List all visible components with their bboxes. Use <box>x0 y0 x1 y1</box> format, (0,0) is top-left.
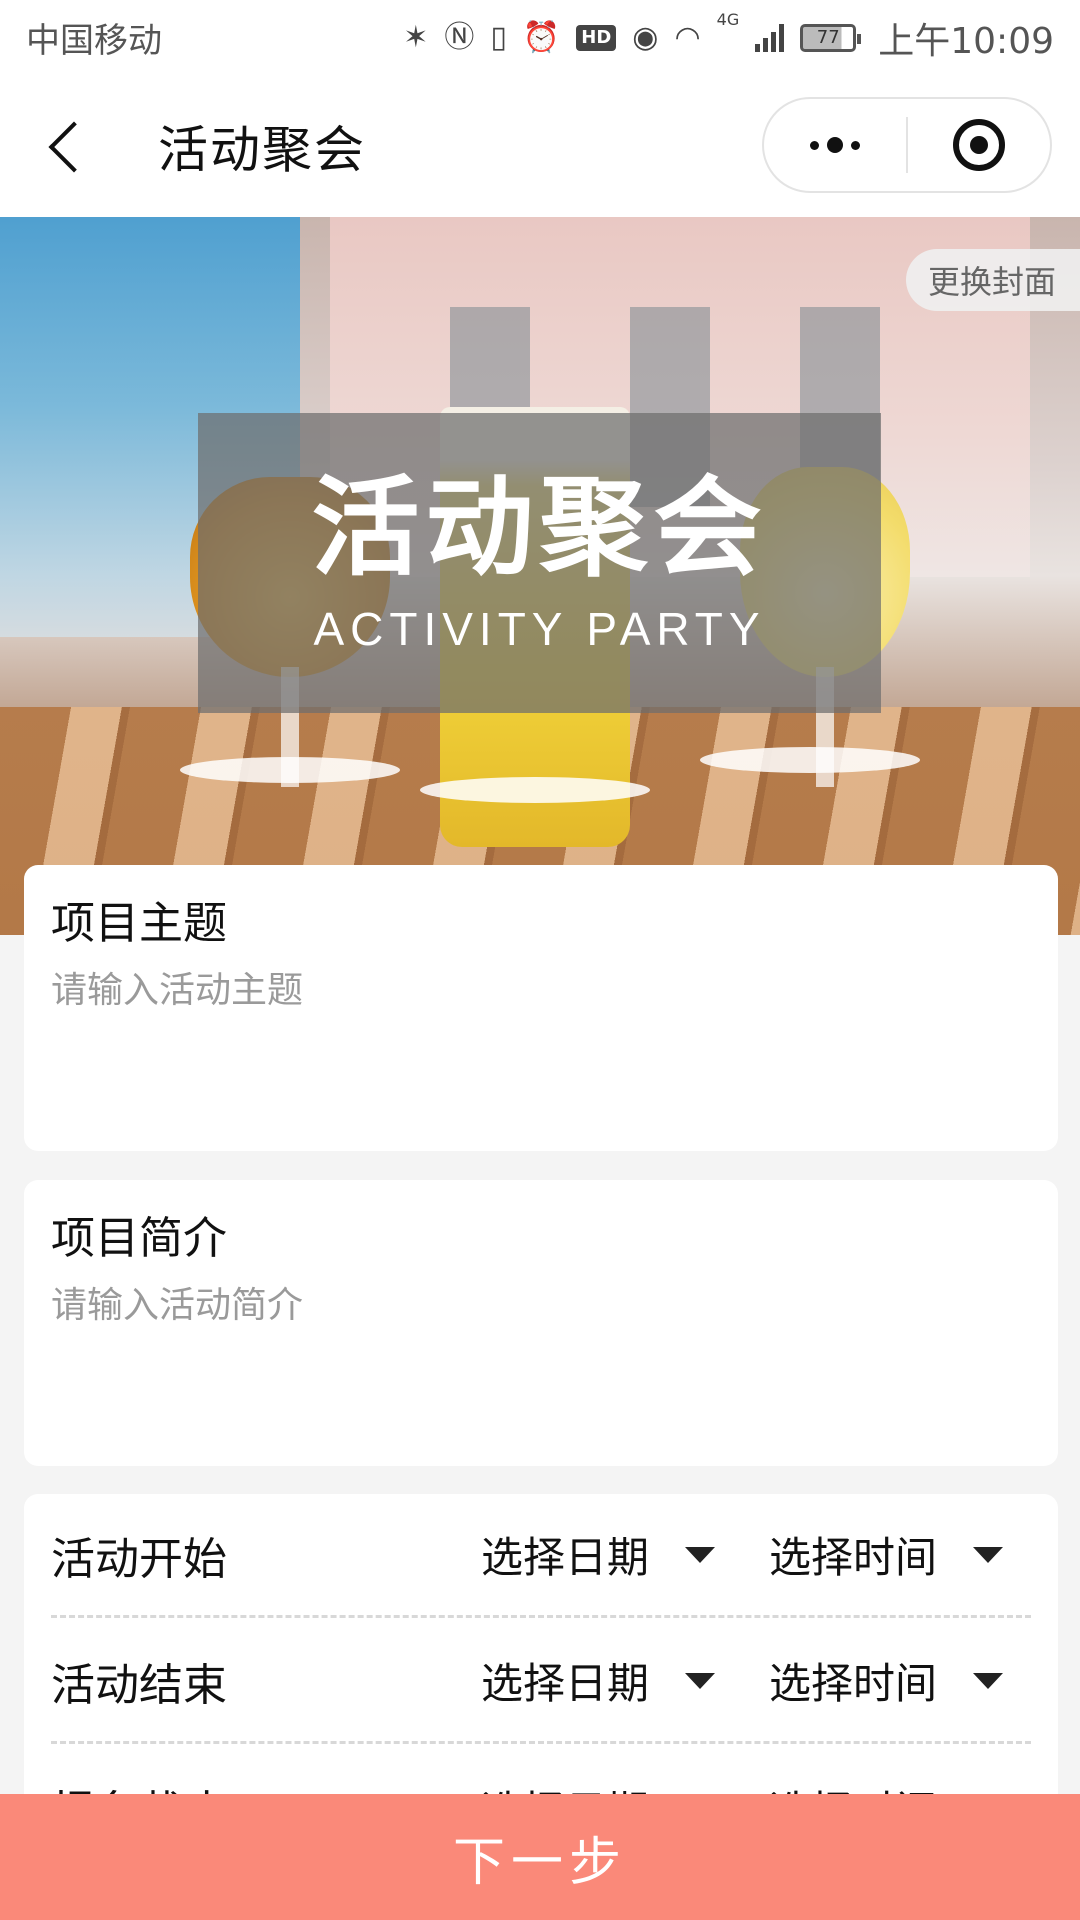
target-circle-icon <box>953 119 1005 171</box>
coaster <box>700 747 920 773</box>
page-title: 活动聚会 <box>158 121 366 179</box>
topic-label: 项目主题 <box>51 898 227 949</box>
time-card: 活动开始 选择日期 选择时间 活动结束 选择日期 选择时间 报名截止 选择日期 … <box>24 1494 1058 1814</box>
battery-level: 77 <box>816 27 840 48</box>
battery-icon: 77 <box>800 23 862 52</box>
close-mini-program-button[interactable] <box>908 99 1050 191</box>
eye-icon: ◉ <box>632 19 659 55</box>
end-time-label: 选择时间 <box>769 1659 938 1708</box>
network-type: 4G <box>716 9 740 29</box>
caret-down-icon <box>973 1546 1004 1563</box>
start-time-label: 选择时间 <box>769 1533 938 1582</box>
status-icons: ✶ Ⓝ ▯ ⏰ HD ◉ ◠ 4G 77 上午10:09 <box>403 9 1054 64</box>
end-date-picker[interactable]: 选择日期 <box>481 1650 769 1711</box>
cover-image: 活动聚会 ACTIVITY PARTY 更换封面 <box>0 217 1080 935</box>
caret-down-icon <box>685 1672 716 1689</box>
start-label: 活动开始 <box>51 1533 227 1585</box>
topic-card: 项目主题 <box>24 865 1058 1151</box>
next-step-button[interactable]: 下一步 <box>0 1794 1080 1920</box>
status-time: 上午10:09 <box>878 20 1054 62</box>
topic-input[interactable] <box>51 961 1031 1121</box>
bluetooth-icon: ✶ <box>403 19 429 55</box>
coaster <box>180 757 400 783</box>
cover-subtitle: ACTIVITY PARTY <box>313 603 766 656</box>
more-dots-icon-right <box>851 140 860 150</box>
intro-card: 项目简介 <box>24 1180 1058 1466</box>
end-label: 活动结束 <box>51 1659 227 1711</box>
nfc-icon: Ⓝ <box>444 19 475 55</box>
mini-program-capsule <box>762 97 1052 193</box>
cover-title-overlay: 活动聚会 ACTIVITY PARTY <box>198 413 881 713</box>
status-bar: 中国移动 ✶ Ⓝ ▯ ⏰ HD ◉ ◠ 4G 77 上午10:09 <box>0 0 1080 75</box>
more-dots-icon <box>810 140 819 150</box>
change-cover-button[interactable]: 更换封面 <box>905 249 1080 311</box>
signal-icon <box>755 23 785 52</box>
nav-bar: 活动聚会 <box>0 75 1080 217</box>
caret-down-icon <box>973 1672 1004 1689</box>
start-time-picker[interactable]: 选择时间 <box>769 1524 1031 1585</box>
hd-icon: HD <box>576 24 617 51</box>
start-date-label: 选择日期 <box>481 1533 650 1582</box>
end-time-row: 活动结束 选择日期 选择时间 <box>51 1620 1031 1744</box>
start-time-row: 活动开始 选择日期 选择时间 <box>51 1494 1031 1618</box>
more-menu-button[interactable] <box>764 99 906 191</box>
cover-title: 活动聚会 <box>311 465 768 591</box>
more-dots-icon-center <box>827 137 843 153</box>
intro-label: 项目简介 <box>51 1213 227 1264</box>
back-button[interactable] <box>38 115 100 177</box>
vibrate-icon: ▯ <box>490 19 507 55</box>
caret-down-icon <box>685 1546 716 1563</box>
end-date-label: 选择日期 <box>481 1659 650 1708</box>
coaster <box>420 777 650 803</box>
wifi-icon: ◠ <box>674 19 701 55</box>
intro-input[interactable] <box>51 1276 1031 1436</box>
carrier-name: 中国移动 <box>26 21 162 61</box>
end-time-picker[interactable]: 选择时间 <box>769 1650 1031 1711</box>
alarm-icon: ⏰ <box>522 19 561 55</box>
start-date-picker[interactable]: 选择日期 <box>481 1524 769 1585</box>
